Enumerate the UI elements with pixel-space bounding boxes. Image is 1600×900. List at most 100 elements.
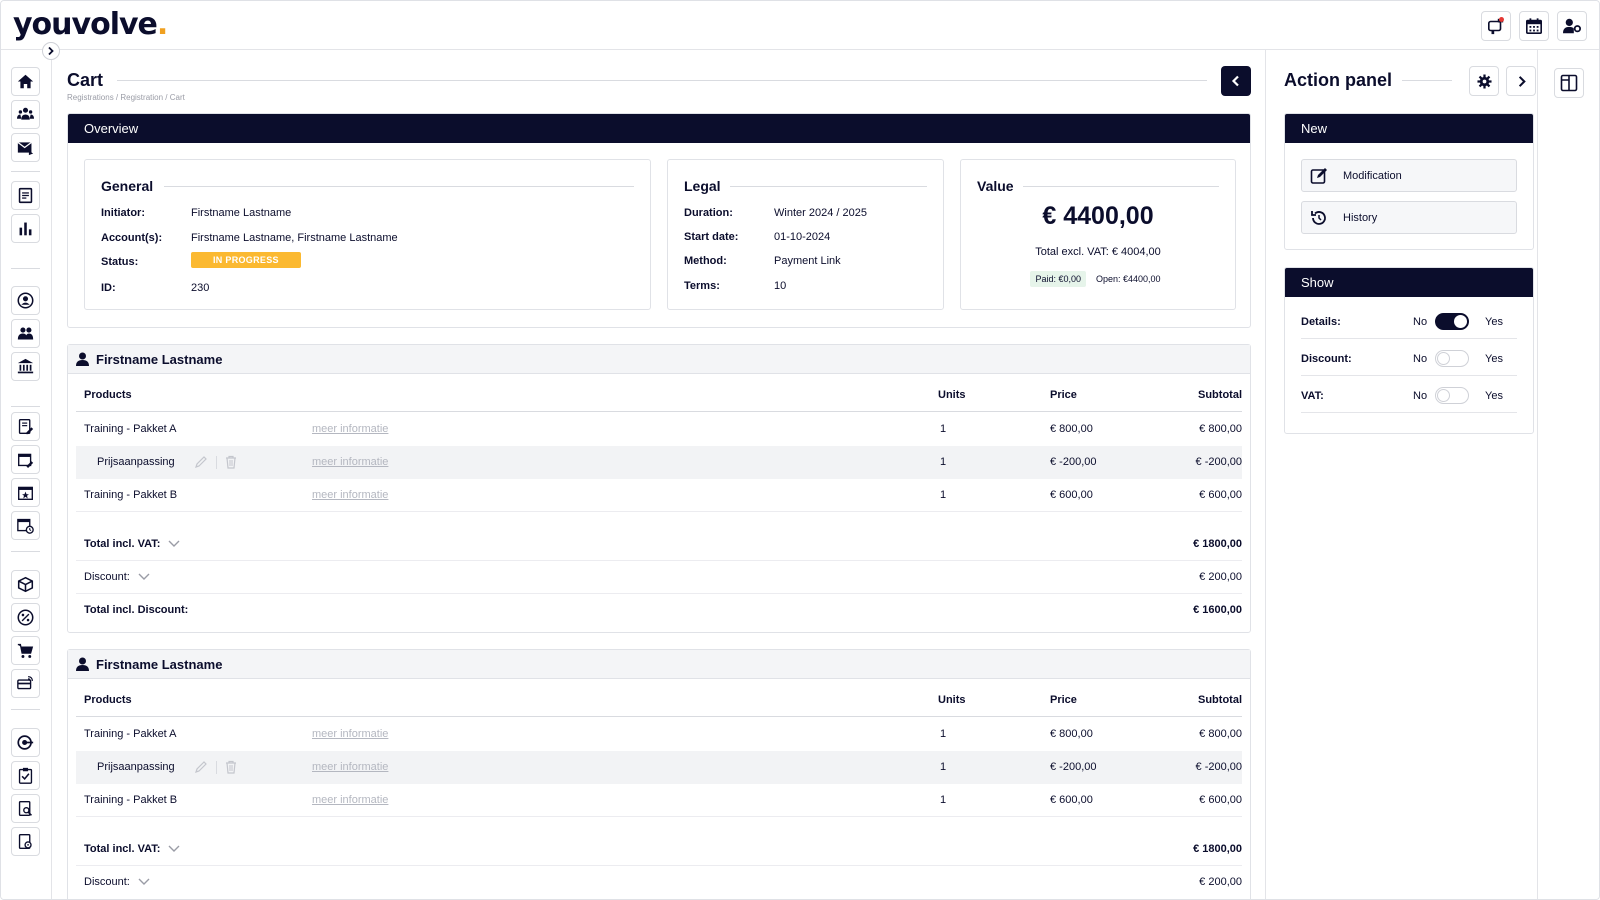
total-value: € 1600,00 (1193, 604, 1242, 616)
col-products: Products (84, 389, 132, 401)
modification-button[interactable]: Modification (1301, 159, 1517, 192)
breadcrumb[interactable]: Registrations / Registration / Cart (67, 93, 185, 102)
sidebar-item-review[interactable] (11, 794, 40, 823)
toggle-no-label: No (1413, 316, 1428, 328)
chevron-down-icon[interactable] (138, 878, 150, 886)
sidebar-divider (11, 709, 40, 710)
action-panel: Action panel New Modification History Sh… (1265, 50, 1537, 899)
pencil-icon[interactable] (194, 455, 208, 469)
discount-toggle[interactable] (1435, 350, 1469, 367)
discount-row[interactable]: Discount: € 200,00 (76, 866, 1242, 899)
sidebar-item-members[interactable] (11, 319, 40, 348)
sidebar-item-documents[interactable] (11, 181, 40, 210)
price-value: € 600,00 (1050, 794, 1093, 806)
units-value: 1 (940, 794, 947, 806)
vat-toggle[interactable] (1435, 387, 1469, 404)
more-info-link[interactable]: meer informatie (312, 728, 388, 740)
document-search-icon (18, 801, 32, 816)
discount-row[interactable]: Discount: € 200,00 (76, 561, 1242, 594)
more-info-link[interactable]: meer informatie (312, 456, 388, 468)
total-value: € 200,00 (1199, 571, 1242, 583)
sidebar-item-discounts[interactable] (11, 603, 40, 632)
general-divider (164, 186, 634, 187)
subtotal-value: € 800,00 (1199, 728, 1242, 740)
chevron-down-icon[interactable] (168, 845, 180, 853)
toggle-no-label: No (1413, 390, 1428, 402)
total-incl-vat-row[interactable]: Total incl. VAT: € 1800,00 (76, 528, 1242, 561)
main-content: Cart Registrations / Registration / Cart… (67, 50, 1251, 899)
more-info-link[interactable]: meer informatie (312, 761, 388, 773)
sidebar-item-products[interactable] (11, 570, 40, 599)
sidebar-item-home[interactable] (11, 67, 40, 96)
col-subtotal: Subtotal (1198, 694, 1242, 706)
paid-badge: Paid: €0,00 (1030, 271, 1086, 287)
chevron-down-icon[interactable] (168, 540, 180, 548)
sidebar-item-profile[interactable] (11, 286, 40, 315)
trash-icon[interactable] (224, 760, 238, 774)
more-info-link[interactable]: meer informatie (312, 423, 388, 435)
total-label: Discount: (84, 571, 150, 583)
value-title: Value (977, 178, 1014, 194)
kv-key: Initiator: (101, 207, 145, 219)
total-label: Total incl. VAT: (84, 843, 180, 855)
home-icon (17, 74, 34, 89)
subtotal-value: € 600,00 (1199, 794, 1242, 806)
details-toggle[interactable] (1435, 313, 1469, 330)
trash-icon[interactable] (224, 455, 238, 469)
calendar-button[interactable] (1519, 11, 1549, 41)
total-label-text: Total incl. VAT: (84, 538, 161, 550)
more-info-link[interactable]: meer informatie (312, 794, 388, 806)
overview-header: Overview (68, 114, 1250, 143)
sidebar-item-messages[interactable] (11, 133, 40, 162)
chevron-right-icon (48, 46, 54, 56)
action-divider (216, 761, 217, 774)
logo[interactable]: youvolve. (13, 7, 168, 42)
units-value: 1 (940, 761, 947, 773)
total-incl-vat-row[interactable]: Total incl. VAT: € 1800,00 (76, 833, 1242, 866)
sidebar-item-cart[interactable] (11, 636, 40, 665)
action-panel-settings-button[interactable] (1469, 66, 1499, 96)
sidebar-item-events[interactable] (11, 478, 40, 507)
mailbox-notifications-button[interactable] (1481, 11, 1511, 41)
sidebar-item-tracking[interactable] (11, 728, 40, 757)
bar-chart-icon (19, 222, 32, 236)
pencil-icon[interactable] (194, 760, 208, 774)
user-settings-button[interactable] (1557, 11, 1587, 41)
more-info-link[interactable]: meer informatie (312, 489, 388, 501)
toggle-yes-label: Yes (1485, 390, 1503, 402)
sidebar-item-community[interactable] (11, 100, 40, 129)
sidebar-item-statistics[interactable] (11, 214, 40, 243)
cart-person-name: Firstname Lastname (96, 657, 223, 672)
price-value: € -200,00 (1050, 456, 1097, 468)
legal-title: Legal (684, 178, 721, 194)
chevron-down-icon[interactable] (138, 573, 150, 581)
user-icon (76, 352, 89, 366)
kv-key: Terms: (684, 280, 720, 292)
sidebar-item-registrations[interactable] (11, 412, 40, 441)
action-panel-collapse-button[interactable] (1506, 66, 1536, 96)
document-list-icon (18, 187, 33, 204)
sidebar-expand-button[interactable] (42, 42, 60, 60)
sidebar-item-schedule-edit[interactable] (11, 445, 40, 474)
percent-badge-icon (17, 609, 34, 626)
layout-toggle-button[interactable] (1554, 68, 1584, 98)
cart-person-header: Firstname Lastname (68, 650, 1250, 679)
price-value: € 800,00 (1050, 423, 1093, 435)
units-value: 1 (940, 489, 947, 501)
collapse-panel-button[interactable] (1221, 66, 1251, 96)
sidebar-item-planning[interactable] (11, 511, 40, 540)
sidebar-item-payments[interactable] (11, 669, 40, 698)
sidebar-item-checklist[interactable] (11, 761, 40, 790)
history-button[interactable]: History (1301, 201, 1517, 234)
history-label: History (1343, 212, 1378, 224)
chevron-right-icon (1518, 75, 1526, 87)
total-value: € 200,00 (1199, 876, 1242, 888)
sidebar-item-reports[interactable] (11, 827, 40, 856)
show-details-row: Details: No Yes (1301, 302, 1517, 339)
general-title: General (101, 178, 154, 194)
new-card: New Modification History (1284, 113, 1534, 250)
legal-card: Legal Duration: Winter 2024 / 2025 Start … (667, 159, 944, 310)
toggle-knob (1437, 389, 1450, 402)
product-name: Training - Pakket B (84, 794, 178, 806)
sidebar-item-organisation[interactable] (11, 352, 40, 381)
